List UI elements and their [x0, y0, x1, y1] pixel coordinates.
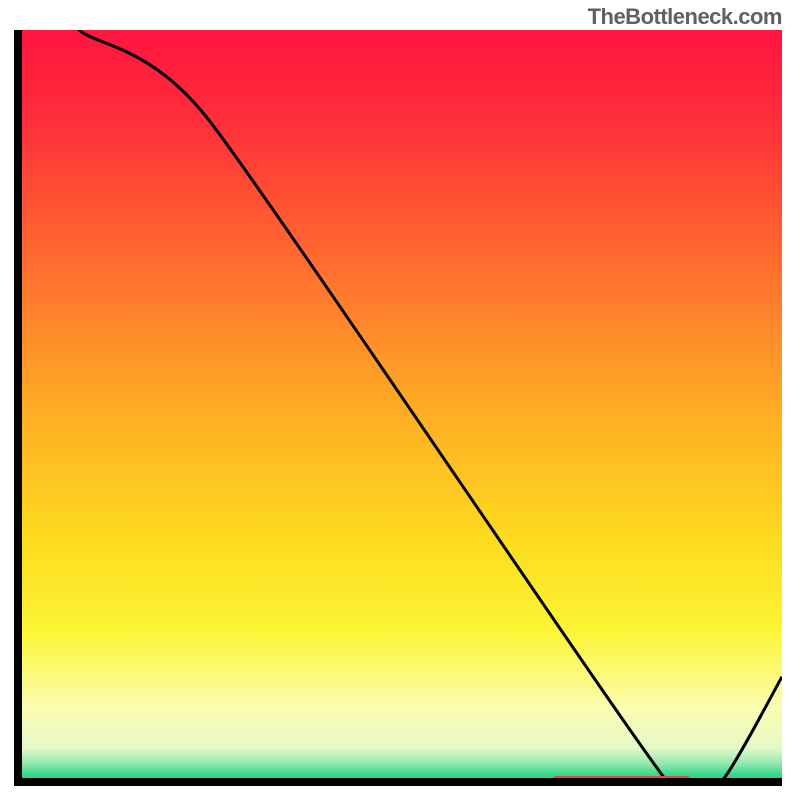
- watermark-text: TheBottleneck.com: [588, 4, 782, 30]
- bottleneck-chart: [14, 30, 786, 790]
- plot-background: [18, 30, 782, 782]
